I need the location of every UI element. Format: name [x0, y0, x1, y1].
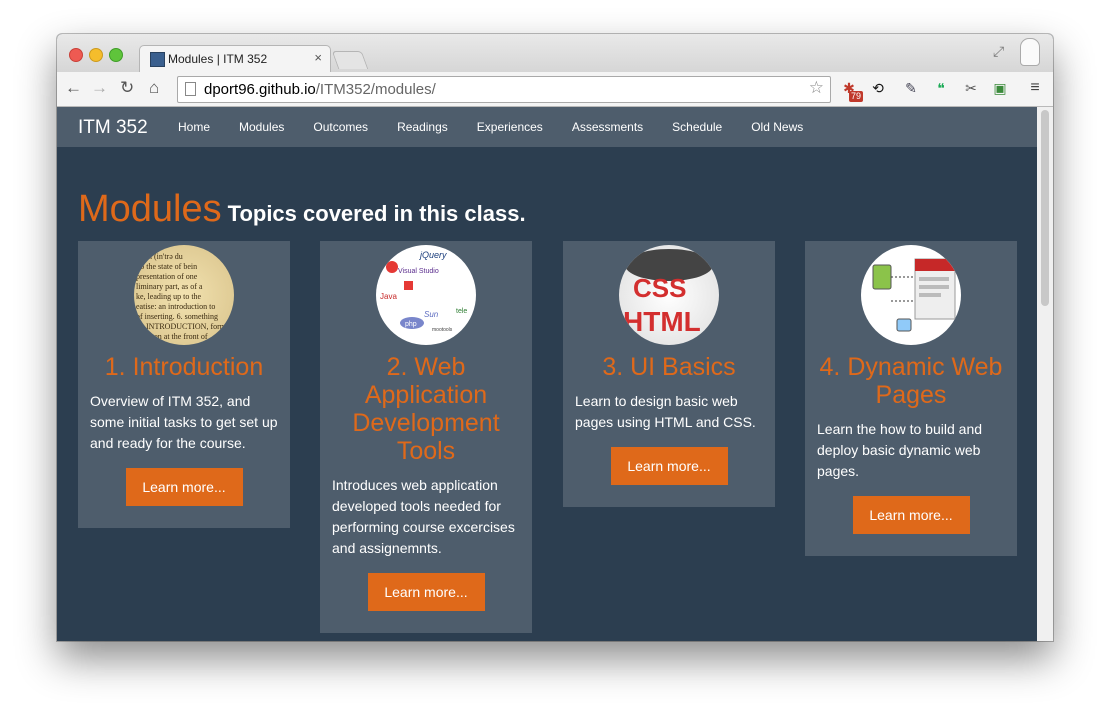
- dictionary-page-image: on (in'trə du to the state of bein prese…: [134, 245, 234, 345]
- module-card: CSS HTML 3. UI Basics Learn to design ba…: [563, 241, 775, 507]
- nav-readings[interactable]: Readings: [397, 120, 448, 134]
- new-tab-button[interactable]: [331, 51, 369, 69]
- module-description: Learn the how to build and deploy basic …: [817, 421, 983, 479]
- nav-experiences[interactable]: Experiences: [477, 120, 543, 134]
- browser-tab[interactable]: Modules | ITM 352 ×: [139, 45, 331, 73]
- css-html-image: CSS HTML: [619, 245, 719, 345]
- profile-icon[interactable]: [1020, 38, 1040, 66]
- svg-text:1. INTRODUCTION, form: 1. INTRODUCTION, form: [138, 322, 227, 331]
- dev-tools-logos-image: jQuery Visual Studio Java Sun php tele m…: [376, 245, 476, 345]
- site-navbar: ITM 352 Home Modules Outcomes Readings E…: [57, 107, 1037, 147]
- page-title-main: Modules: [78, 188, 222, 230]
- learn-more-button[interactable]: Learn more...: [852, 496, 970, 534]
- module-description: Introduces web application developed too…: [332, 477, 515, 556]
- module-card: 4. Dynamic Web Pages Learn the how to bu…: [805, 241, 1017, 556]
- scrollbar-thumb[interactable]: [1041, 110, 1049, 306]
- forward-button[interactable]: →: [91, 78, 108, 98]
- home-button[interactable]: ⌂: [149, 78, 159, 98]
- svg-text:php: php: [405, 321, 417, 328]
- nav-schedule[interactable]: Schedule: [672, 120, 722, 134]
- module-title[interactable]: 4. Dynamic Web Pages: [815, 353, 1007, 409]
- page-viewport: ITM 352 Home Modules Outcomes Readings E…: [57, 107, 1037, 641]
- nav-modules[interactable]: Modules: [239, 120, 284, 134]
- address-bar[interactable]: dport96.github.io/ITM352/modules/ ☆: [177, 76, 831, 103]
- svg-text:to the state of bein: to the state of bein: [138, 262, 197, 271]
- dynamic-pages-diagram-image: [861, 245, 961, 345]
- nav-links: Home Modules Outcomes Readings Experienc…: [178, 120, 832, 134]
- reload-button[interactable]: ↻: [120, 78, 134, 98]
- svg-text:Visual Studio: Visual Studio: [398, 268, 439, 275]
- url-text[interactable]: dport96.github.io/ITM352/modules/: [204, 81, 436, 98]
- tab-close-button[interactable]: ×: [314, 50, 322, 65]
- module-title[interactable]: 2. Web Application Development Tools: [330, 353, 522, 465]
- extension-badge: 79: [849, 91, 864, 102]
- site-brand[interactable]: ITM 352: [78, 117, 148, 139]
- svg-text:Java: Java: [380, 292, 397, 301]
- page-scrollbar[interactable]: [1037, 107, 1053, 641]
- favicon-icon: [150, 52, 165, 67]
- svg-text:given at the front of: given at the front of: [144, 332, 208, 341]
- extension-sync-icon[interactable]: ⟲: [869, 79, 887, 97]
- svg-text:tele: tele: [456, 308, 467, 315]
- module-title[interactable]: 3. UI Basics: [573, 353, 765, 381]
- svg-text:liminary part, as of a: liminary part, as of a: [136, 282, 203, 291]
- zoom-window-button[interactable]: [109, 48, 123, 62]
- fullscreen-icon[interactable]: ⤢: [993, 43, 1004, 60]
- nav-old-news[interactable]: Old News: [751, 120, 803, 134]
- svg-text:jQuery: jQuery: [419, 250, 447, 260]
- module-card: jQuery Visual Studio Java Sun php tele m…: [320, 241, 532, 633]
- svg-text:of inserting. 6. something: of inserting. 6. something: [136, 312, 218, 321]
- tab-strip: Modules | ITM 352 × ⤢: [57, 34, 1053, 73]
- learn-more-button[interactable]: Learn more...: [125, 468, 243, 506]
- tab-title: Modules | ITM 352: [168, 52, 268, 66]
- minimize-window-button[interactable]: [89, 48, 103, 62]
- extension-eyedropper-icon[interactable]: ✎: [902, 79, 920, 97]
- svg-text:Sun: Sun: [424, 310, 439, 319]
- chrome-menu-icon[interactable]: ≡: [1026, 79, 1044, 97]
- extension-wrench-icon[interactable]: ✂: [962, 79, 980, 97]
- page-icon: [185, 82, 196, 96]
- module-description: Overview of ITM 352, and some initial ta…: [90, 393, 278, 451]
- svg-text:mootools: mootools: [432, 327, 453, 333]
- close-window-button[interactable]: [69, 48, 83, 62]
- extension-hangouts-icon[interactable]: ❝: [932, 79, 950, 97]
- learn-more-button[interactable]: Learn more...: [367, 573, 485, 611]
- nav-outcomes[interactable]: Outcomes: [313, 120, 368, 134]
- svg-text:HTML: HTML: [623, 306, 701, 337]
- module-title[interactable]: 1. Introduction: [88, 353, 280, 381]
- browser-window: Modules | ITM 352 × ⤢ ← → ↻ ⌂ dport96.gi…: [57, 34, 1053, 641]
- page-subtitle: Topics covered in this class.: [227, 201, 526, 226]
- svg-text:CSS: CSS: [633, 273, 686, 303]
- module-card: on (in'trə du to the state of bein prese…: [78, 241, 290, 528]
- svg-text:ke, leading up to the: ke, leading up to the: [136, 292, 202, 301]
- bookmark-star-icon[interactable]: ☆: [809, 78, 824, 98]
- learn-more-button[interactable]: Learn more...: [610, 447, 728, 485]
- nav-assessments[interactable]: Assessments: [572, 120, 643, 134]
- svg-text:eatise: an introduction to: eatise: an introduction to: [136, 302, 215, 311]
- extension-evernote-icon[interactable]: ▣: [991, 79, 1009, 97]
- module-description: Learn to design basic web pages using HT…: [575, 393, 756, 430]
- svg-text:presentation of one: presentation of one: [136, 272, 198, 281]
- page-title: Modules Topics covered in this class.: [78, 188, 526, 231]
- back-button[interactable]: ←: [65, 78, 82, 98]
- browser-toolbar: ← → ↻ ⌂ dport96.github.io/ITM352/modules…: [57, 72, 1053, 107]
- svg-text:on (in'trə du: on (in'trə du: [144, 252, 183, 261]
- nav-home[interactable]: Home: [178, 120, 210, 134]
